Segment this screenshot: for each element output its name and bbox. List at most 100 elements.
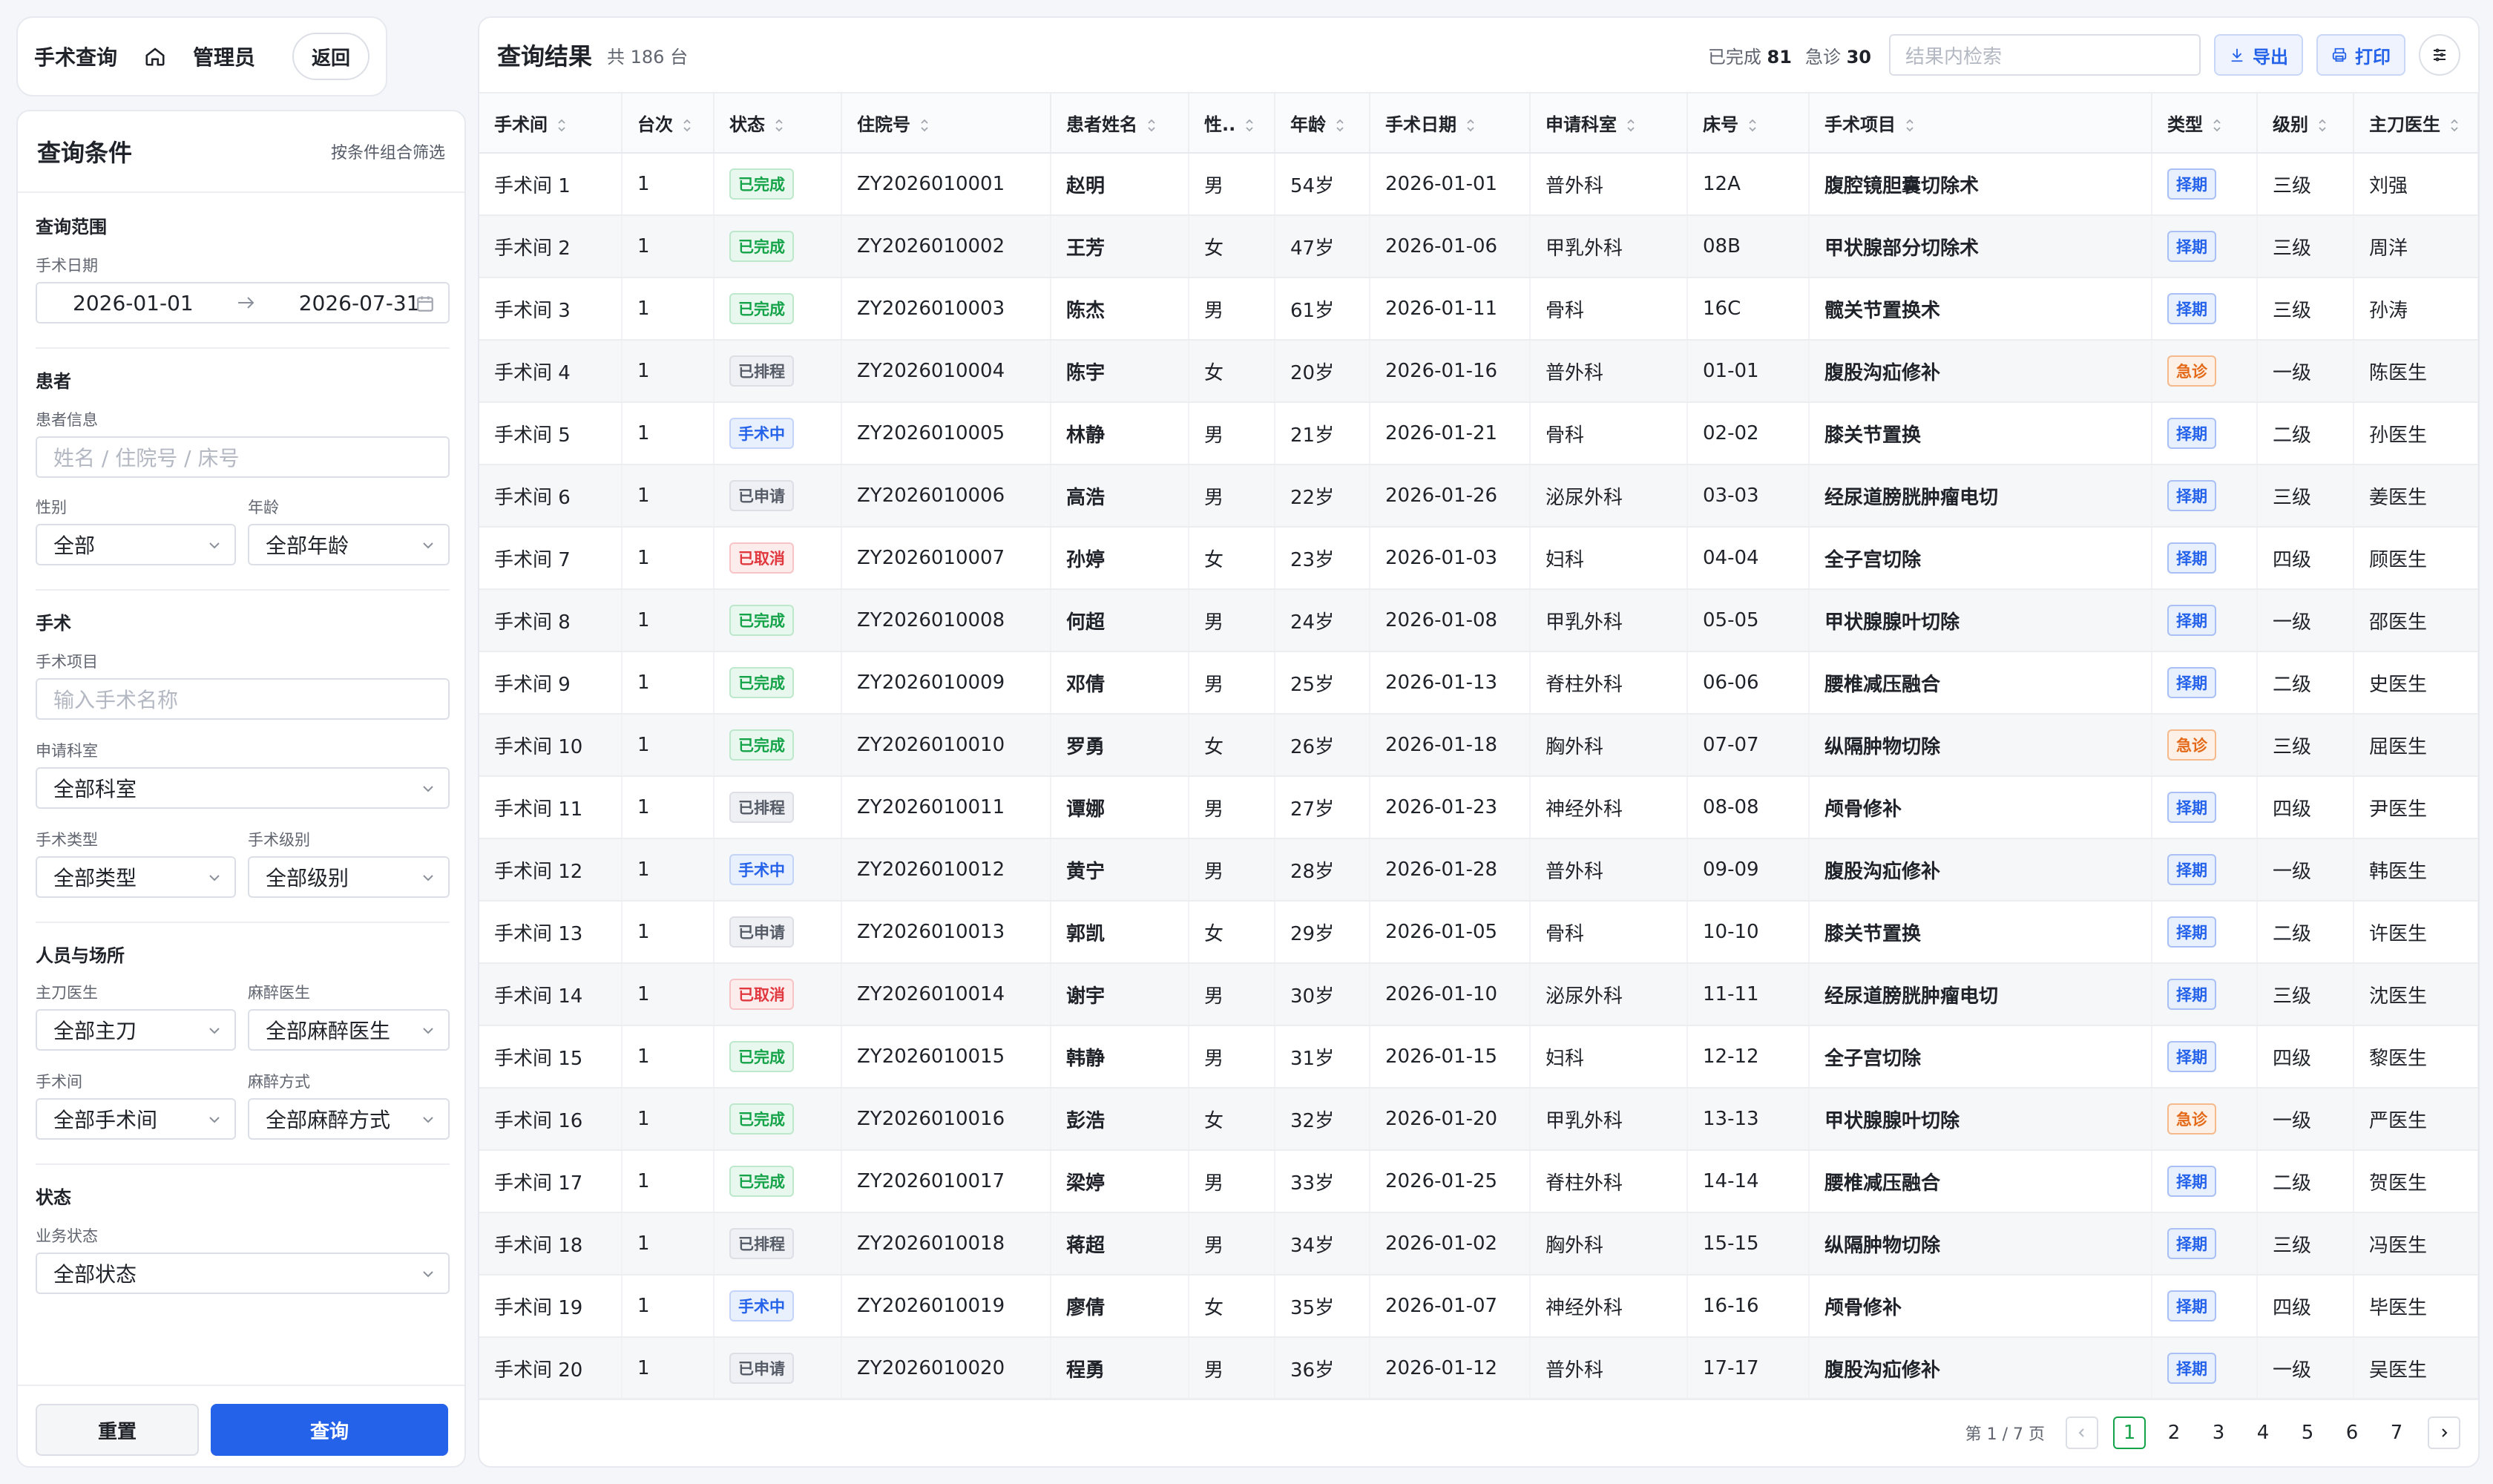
column-header[interactable]: 手术日期 [1370, 93, 1531, 154]
print-label: 打印 [2355, 46, 2391, 68]
anes-doc-label: 麻醉医生 [248, 984, 310, 1002]
sex-select[interactable]: 全部 [36, 524, 236, 565]
home-icon[interactable] [142, 44, 168, 69]
sort-icon[interactable] [1747, 118, 1758, 133]
page-button[interactable]: 5 [2291, 1416, 2324, 1449]
table-cell: 经尿道膀胱肿瘤电切 [1809, 464, 2152, 528]
table-row[interactable]: 手术间 1 1 已完成 ZY2026010001 赵明男 54岁 2026-01-01 普外科… [479, 153, 2478, 216]
table-cell: 已取消 [714, 963, 842, 1026]
table-cell: 1 [622, 963, 715, 1026]
surgery-item-input[interactable]: 输入手术名称 [36, 678, 450, 720]
table-row[interactable]: 手术间 20 1 已申请 ZY2026010020 程勇男 36岁 2026-01-12 普外… [479, 1337, 2478, 1400]
biz-status-select[interactable]: 全部状态 [36, 1252, 450, 1294]
table-row[interactable]: 手术间 5 1 手术中 ZY2026010005 林静男 21岁 2026-01-21 骨科 0… [479, 402, 2478, 465]
column-header[interactable]: 手术间 [479, 93, 623, 154]
anes-way-select[interactable]: 全部麻醉方式 [248, 1098, 450, 1140]
table-row[interactable]: 手术间 9 1 已完成 ZY2026010009 邓倩男 25岁 2026-01-13 脊柱外… [479, 651, 2478, 715]
sort-icon[interactable] [556, 118, 567, 133]
column-header[interactable]: 年龄 [1275, 93, 1370, 154]
type-badge: 择期 [2167, 1353, 2216, 1384]
table-cell: 手术间 15 [479, 1025, 623, 1089]
sort-icon[interactable] [1335, 118, 1345, 133]
column-header[interactable]: 住院号 [841, 93, 1051, 154]
table-row[interactable]: 手术间 8 1 已完成 ZY2026010008 何超男 24岁 2026-01-08 甲乳外… [479, 589, 2478, 652]
column-settings-icon[interactable] [2419, 34, 2460, 76]
date-range-picker[interactable]: 2026-01-01 2026-07-31 [36, 282, 450, 324]
table-cell: 四级 [2257, 1275, 2354, 1338]
table-row[interactable]: 手术间 7 1 已取消 ZY2026010007 孙婷女 23岁 2026-01-03 妇科 0… [479, 527, 2478, 590]
column-header[interactable]: 台次 [622, 93, 715, 154]
result-search-input[interactable]: 结果内检索 [1889, 34, 2201, 76]
table-row[interactable]: 手术间 11 1 已排程 ZY2026010011 谭娜男 27岁 2026-01-23 神经… [479, 776, 2478, 839]
column-header-label: 年龄 [1290, 114, 1326, 135]
table-row[interactable]: 手术间 2 1 已完成 ZY2026010002 王芳女 47岁 2026-01-06 甲乳外… [479, 215, 2478, 278]
table-row[interactable]: 手术间 16 1 已完成 ZY2026010016 彭浩女 32岁 2026-01-20 甲乳… [479, 1088, 2478, 1151]
column-header[interactable]: 状态 [714, 93, 842, 154]
table-row[interactable]: 手术间 18 1 已排程 ZY2026010018 蒋超男 34岁 2026-01-02 胸外… [479, 1212, 2478, 1275]
page-button[interactable]: 3 [2202, 1416, 2235, 1449]
sort-icon[interactable] [1244, 118, 1255, 133]
column-header[interactable]: 申请科室 [1530, 93, 1688, 154]
table-row[interactable]: 手术间 19 1 手术中 ZY2026010019 廖倩女 35岁 2026-01-07 神经… [479, 1275, 2478, 1338]
column-header[interactable]: 类型 [2152, 93, 2258, 154]
surgery-level-select[interactable]: 全部级别 [248, 856, 450, 898]
table-row[interactable]: 手术间 13 1 已申请 ZY2026010013 郭凯女 29岁 2026-01-05 骨科… [479, 901, 2478, 964]
print-button[interactable]: 打印 [2316, 34, 2405, 76]
page-button[interactable]: 1 [2113, 1416, 2146, 1449]
surgeon-select[interactable]: 全部主刀 [36, 1009, 236, 1051]
table-row[interactable]: 手术间 6 1 已申请 ZY2026010006 高浩男 22岁 2026-01-26 泌尿外… [479, 464, 2478, 528]
column-header[interactable]: 患者姓名 [1051, 93, 1189, 154]
table-cell: 已完成 [714, 651, 842, 715]
table-cell: 36岁 [1275, 1337, 1370, 1400]
anes-doc-select[interactable]: 全部麻醉医生 [248, 1009, 450, 1051]
dept-select[interactable]: 全部科室 [36, 767, 450, 809]
column-header[interactable]: 性.. [1189, 93, 1275, 154]
sort-icon[interactable] [1905, 118, 1915, 133]
table-row[interactable]: 手术间 4 1 已排程 ZY2026010004 陈宇女 20岁 2026-01-16 普外科… [479, 340, 2478, 403]
export-button[interactable]: 导出 [2214, 34, 2303, 76]
table-cell: ZY2026010003 [841, 278, 1051, 341]
room-select[interactable]: 全部手术间 [36, 1098, 236, 1140]
sort-icon[interactable] [2449, 118, 2460, 133]
page-button[interactable]: 6 [2336, 1416, 2368, 1449]
sort-icon[interactable] [919, 118, 930, 133]
table-cell: 12-12 [1687, 1025, 1810, 1089]
sort-icon[interactable] [1465, 118, 1476, 133]
age-select[interactable]: 全部年龄 [248, 524, 450, 565]
next-page-button[interactable] [2428, 1416, 2460, 1449]
page-button[interactable]: 2 [2158, 1416, 2190, 1449]
table-cell: 30岁 [1275, 963, 1370, 1026]
back-button[interactable]: 返回 [292, 33, 369, 80]
column-header[interactable]: 级别 [2257, 93, 2354, 154]
reset-button[interactable]: 重置 [36, 1404, 199, 1456]
table-row[interactable]: 手术间 12 1 手术中 ZY2026010012 黄宁男 28岁 2026-01-28 普外… [479, 838, 2478, 902]
table-row[interactable]: 手术间 15 1 已完成 ZY2026010015 韩静男 31岁 2026-01-15 妇科… [479, 1025, 2478, 1089]
sort-icon[interactable] [1626, 118, 1636, 133]
table-cell: 2026-01-23 [1370, 776, 1531, 839]
app-title: 手术查询 [34, 45, 118, 70]
table-row[interactable]: 手术间 14 1 已取消 ZY2026010014 谢宇男 30岁 2026-01-10 泌尿… [479, 963, 2478, 1026]
table-row[interactable]: 手术间 17 1 已完成 ZY2026010017 梁婷男 33岁 2026-01-25 脊柱… [479, 1150, 2478, 1213]
table-cell: 02-02 [1687, 402, 1810, 465]
sort-icon[interactable] [1146, 118, 1157, 133]
divider [36, 347, 450, 349]
sort-icon[interactable] [774, 118, 784, 133]
sort-icon[interactable] [682, 118, 692, 133]
table-row[interactable]: 手术间 10 1 已完成 ZY2026010010 罗勇女 26岁 2026-01-18 胸外… [479, 714, 2478, 777]
surgery-type-select[interactable]: 全部类型 [36, 856, 236, 898]
column-header[interactable]: 手术项目 [1809, 93, 2152, 154]
patient-info-input[interactable]: 姓名 / 住院号 / 床号 [36, 436, 450, 478]
query-button[interactable]: 查询 [211, 1404, 448, 1456]
sort-icon[interactable] [2212, 118, 2222, 133]
sort-icon[interactable] [2317, 118, 2328, 133]
table-cell: 择期 [2152, 527, 2258, 590]
table-cell: 一级 [2257, 838, 2354, 902]
page-button[interactable]: 7 [2380, 1416, 2413, 1449]
column-header[interactable]: 主刀医生 [2354, 93, 2478, 154]
table-cell: 11-11 [1687, 963, 1810, 1026]
page-button[interactable]: 4 [2247, 1416, 2279, 1449]
prev-page-button[interactable] [2066, 1416, 2098, 1449]
column-header[interactable]: 床号 [1687, 93, 1810, 154]
status-badge: 已完成 [729, 1041, 794, 1072]
table-row[interactable]: 手术间 3 1 已完成 ZY2026010003 陈杰男 61岁 2026-01-11 骨科 1… [479, 278, 2478, 341]
